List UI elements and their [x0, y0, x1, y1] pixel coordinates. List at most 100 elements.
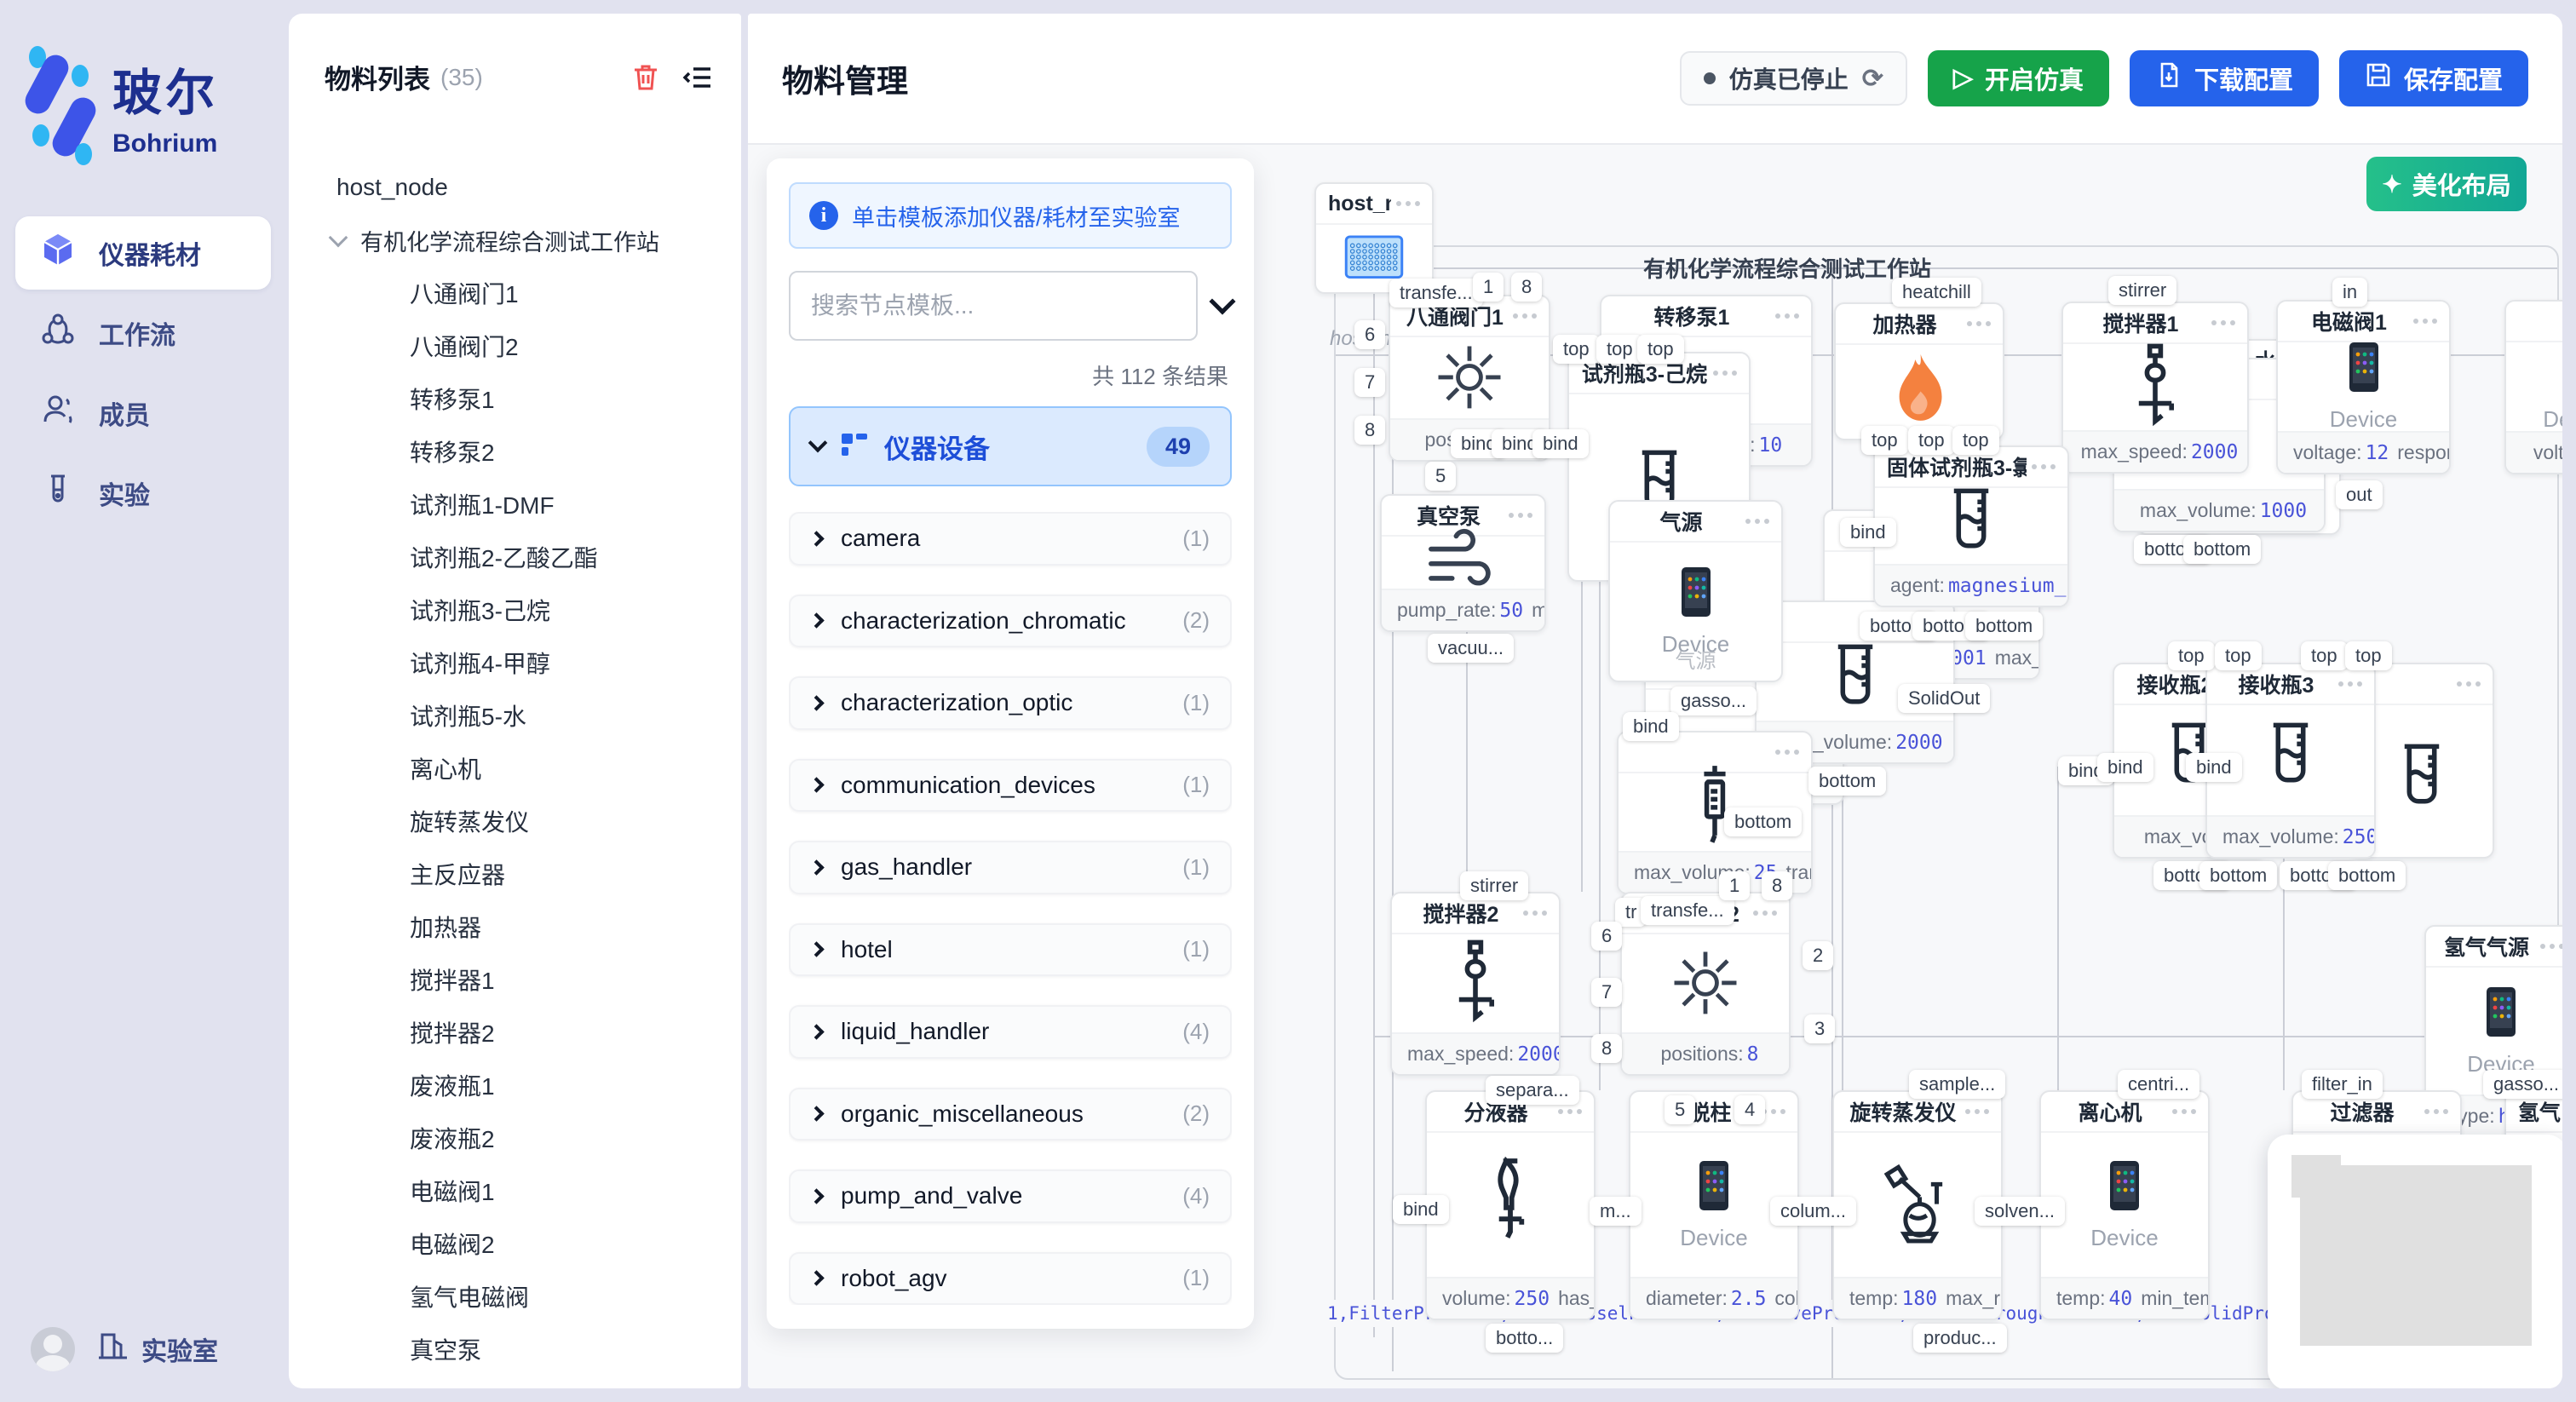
node-menu-icon[interactable] [1967, 321, 1991, 326]
tree-item-16[interactable]: 废液瓶2 [325, 1112, 716, 1164]
port-pill-bind[interactable]: bind [2097, 753, 2153, 782]
port-pill-colum[interactable]: colum... [1770, 1197, 1856, 1226]
tree-item-18[interactable]: 电磁阀2 [325, 1217, 716, 1270]
tree-item-9[interactable]: 离心机 [325, 742, 716, 795]
node-menu-icon[interactable] [1558, 1109, 1582, 1114]
node-menu-icon[interactable] [2172, 1109, 2196, 1114]
canvas-node-solenoid2[interactable]: Devicevoltage:12 [2504, 300, 2562, 474]
sidebar-item-workflow[interactable]: 工作流 [15, 296, 271, 370]
port-pill-8[interactable]: 8 [1762, 871, 1792, 900]
canvas-node-heater[interactable]: 加热器 [1834, 302, 2004, 440]
port-pill-8[interactable]: 8 [1511, 273, 1542, 302]
tree-item-13[interactable]: 搅拌器1 [325, 953, 716, 1006]
node-menu-icon[interactable] [1745, 519, 1769, 524]
port-pill-top[interactable]: top [2215, 641, 2262, 670]
tree-item-4[interactable]: 试剂瓶1-DMF [325, 478, 716, 531]
category-liquid_handler[interactable]: liquid_handler(4) [789, 1005, 1232, 1059]
port-pill-2[interactable]: 2 [1803, 941, 1833, 970]
tree-item-host-node[interactable]: host_node [325, 161, 716, 214]
refresh-icon[interactable]: ⟳ [1862, 64, 1883, 94]
node-menu-icon[interactable] [2413, 319, 2437, 324]
node-menu-icon[interactable] [1965, 1109, 1989, 1114]
node-menu-icon[interactable] [2211, 320, 2235, 325]
port-pill-filterin[interactable]: filter_in [2302, 1070, 2383, 1099]
canvas-node-centrifuge[interactable]: 离心机Devicetemp:40min_temp:4max_spe [2039, 1090, 2210, 1320]
port-pill-sample[interactable]: sample... [1909, 1070, 2005, 1099]
port-pill-bottom[interactable]: bottom [1808, 767, 1886, 796]
simulation-status-pill[interactable]: 仿真已停止 ⟳ [1680, 51, 1907, 106]
chevron-down-icon[interactable] [1209, 288, 1235, 314]
port-pill-bind[interactable]: bind [1532, 429, 1589, 458]
category-gas_handler[interactable]: gas_handler(1) [789, 841, 1232, 894]
port-pill-vacuu[interactable]: vacuu... [1428, 634, 1514, 663]
tree-item-5[interactable]: 试剂瓶2-乙酸乙酯 [325, 531, 716, 583]
tree-item-2[interactable]: 转移泵1 [325, 372, 716, 425]
start-simulation-button[interactable]: ▷ 开启仿真 [1928, 50, 2109, 106]
node-menu-icon[interactable] [2457, 681, 2481, 687]
port-pill-bind[interactable]: bind [1840, 518, 1896, 547]
port-pill-bind[interactable]: bind [1623, 712, 1679, 741]
tree-item-15[interactable]: 废液瓶1 [325, 1059, 716, 1112]
tree-item-19[interactable]: 氢气电磁阀 [325, 1270, 716, 1323]
port-pill-5[interactable]: 5 [1425, 462, 1456, 491]
port-pill-m[interactable]: m... [1590, 1197, 1642, 1226]
beautify-layout-button[interactable]: ✦ 美化布局 [2366, 157, 2527, 211]
port-pill-in[interactable]: in [2332, 278, 2367, 307]
port-pill-separa[interactable]: separa... [1486, 1076, 1579, 1105]
canvas-node-solenoid1[interactable]: 电磁阀1Devicevoltage:12response_time:0.1 [2276, 300, 2451, 474]
port-pill-produc[interactable]: produc... [1913, 1324, 2007, 1353]
port-pill-5[interactable]: 5 [1665, 1095, 1695, 1124]
node-menu-icon[interactable] [1509, 513, 1532, 518]
port-pill-heatchill[interactable]: heatchill [1892, 278, 1981, 307]
port-pill-6[interactable]: 6 [1591, 922, 1622, 951]
sidebar-item-members[interactable]: 成员 [15, 376, 271, 450]
tree-item-6[interactable]: 试剂瓶3-己烷 [325, 583, 716, 636]
category-camera[interactable]: camera(1) [789, 512, 1232, 566]
tree-item-17[interactable]: 电磁阀1 [325, 1164, 716, 1217]
port-pill-bottom[interactable]: bottom [1724, 807, 1802, 836]
port-pill-out[interactable]: out [2336, 480, 2383, 509]
tree-item-1[interactable]: 八通阀门2 [325, 319, 716, 372]
category-communication_devices[interactable]: communication_devices(1) [789, 759, 1232, 813]
canvas-node-stirrer2[interactable]: 搅拌器2max_speed:2000 [1390, 892, 1561, 1076]
tree-item-10[interactable]: 旋转蒸发仪 [325, 795, 716, 848]
collapse-list-icon[interactable] [681, 60, 716, 95]
port-pill-bottom[interactable]: bottom [2199, 861, 2277, 890]
port-pill-bind[interactable]: bind [1393, 1195, 1449, 1224]
port-pill-top[interactable]: top [1908, 426, 1955, 455]
port-pill-4[interactable]: 4 [1734, 1095, 1765, 1124]
port-pill-8[interactable]: 8 [1591, 1034, 1622, 1063]
canvas-node-sep-funnel[interactable]: 分液器volume:250has_phases:true [1425, 1090, 1596, 1320]
tree-item-12[interactable]: 加热器 [325, 900, 716, 953]
port-pill-3[interactable]: 3 [1804, 1014, 1835, 1043]
category-organic_miscellaneous[interactable]: organic_miscellaneous(2) [789, 1088, 1232, 1141]
port-pill-transfe[interactable]: transfe... [1389, 279, 1483, 307]
sidebar-item-instruments[interactable]: 仪器耗材 [15, 216, 271, 290]
port-pill-bottom[interactable]: bottom [2183, 535, 2261, 564]
node-menu-icon[interactable] [1775, 313, 1799, 319]
canvas-node-stirrer1[interactable]: 搅拌器1max_speed:2000 [2061, 302, 2249, 474]
port-pill-stirrer[interactable]: stirrer [1460, 871, 1528, 900]
node-menu-icon[interactable] [2424, 1109, 2448, 1114]
save-config-button[interactable]: 保存配置 [2339, 50, 2528, 106]
category-robot_agv[interactable]: robot_agv(1) [789, 1252, 1232, 1306]
port-pill-top[interactable]: top [1952, 426, 1999, 455]
tree-item-workstation[interactable]: 有机化学流程综合测试工作站 [325, 214, 716, 267]
category-pump_and_valve[interactable]: pump_and_valve(4) [789, 1169, 1232, 1223]
node-menu-icon[interactable] [1762, 1109, 1785, 1114]
port-pill-gasso[interactable]: gasso... [1670, 687, 1757, 715]
port-pill-stirrer[interactable]: stirrer [2108, 276, 2176, 305]
port-pill-top[interactable]: top [1553, 335, 1600, 364]
port-pill-top[interactable]: top [1861, 426, 1908, 455]
tree-item-3[interactable]: 转移泵2 [325, 425, 716, 478]
canvas-node-vacuum[interactable]: 真空泵pump_rate:50max_vacuum:0.1 [1380, 494, 1546, 632]
node-menu-icon[interactable] [1396, 201, 1420, 206]
port-pill-1[interactable]: 1 [1719, 871, 1750, 900]
tree-item-20[interactable]: 真空泵 [325, 1323, 716, 1376]
canvas-node-solidbottle3[interactable]: 固体试剂瓶3-氯化镁agent:magnesium_chloridephys [1873, 445, 2069, 607]
canvas-node-host-node[interactable]: host_node [1314, 182, 1434, 294]
port-pill-top[interactable]: top [2301, 641, 2348, 670]
category-hotel[interactable]: hotel(1) [789, 923, 1232, 977]
port-pill-bottom[interactable]: bottom [2328, 861, 2406, 890]
canvas-node-gas-source[interactable]: 气源Device气源 [1608, 500, 1783, 682]
